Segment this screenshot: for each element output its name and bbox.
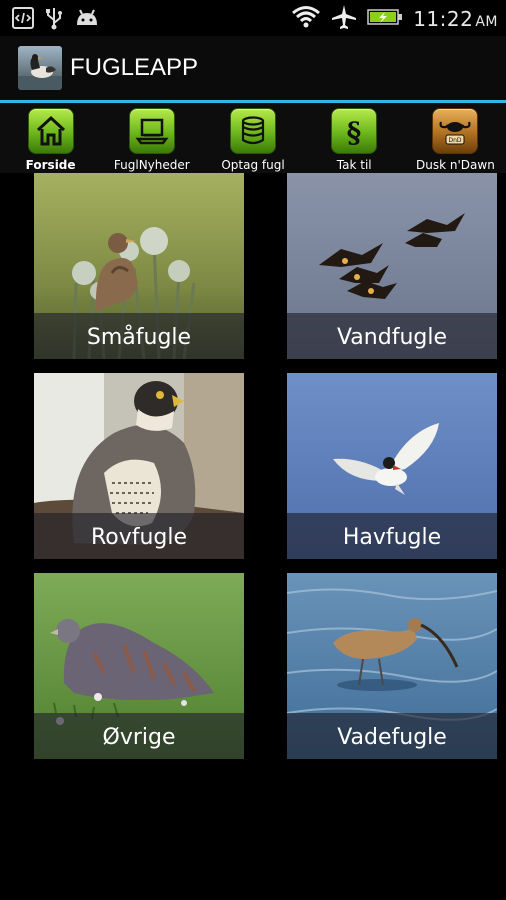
tab-label: Tak til [336,158,372,172]
laptop-icon [128,108,175,154]
tab-tak-til[interactable]: § Tak til [304,103,405,173]
paragraph-icon: § [331,108,378,154]
tab-label: Forside [25,158,76,172]
tab-optag-fugl[interactable]: Optag fugl [202,103,303,173]
svg-text:DnD: DnD [449,137,462,144]
category-tile-smaafugle[interactable]: Småfugle [34,173,244,359]
clock: 11:22 AM [413,7,498,31]
usb-icon [44,6,64,34]
category-label: Småfugle [86,325,192,350]
category-tile-oevrige[interactable]: Øvrige [34,573,244,759]
tab-forside[interactable]: Forside [0,103,101,173]
clock-ampm: AM [475,14,498,30]
status-left-icons [12,6,100,34]
clock-time: 11:22 [413,7,474,31]
svg-text:§: § [347,116,362,148]
category-label: Vandfugle [336,325,448,350]
airplane-icon [331,4,357,34]
category-tile-vandfugle[interactable]: Vandfugle [287,173,497,359]
tab-label: Dusk n'Dawn [416,158,495,172]
action-bar: FUGLEAPP [0,36,506,100]
category-label: Vadefugle [337,725,447,750]
category-label: Havfugle [342,525,442,550]
database-icon [230,108,276,154]
android-icon [74,7,100,33]
category-label: Øvrige [102,725,176,750]
buffalo-icon: DnD [432,108,479,154]
category-label: Rovfugle [90,525,188,550]
tab-fuglnyheder[interactable]: FuglNyheder [101,103,202,173]
app-logo-icon[interactable] [18,46,62,90]
battery-charging-icon [367,7,403,31]
status-bar: 11:22 AM [0,0,506,36]
status-right-icons: 11:22 AM [291,4,498,34]
app-title: FUGLEAPP [70,54,199,81]
category-tile-vadefugle[interactable]: Vadefugle [287,573,497,759]
category-tile-rovfugle[interactable]: Rovfugle [34,373,244,559]
home-icon [27,108,74,154]
code-icon [12,7,34,33]
category-tile-havfugle[interactable]: Havfugle [287,373,497,559]
tab-dusk-n-dawn[interactable]: DnD Dusk n'Dawn [405,103,506,173]
tab-label: Optag fugl [221,158,285,172]
wifi-icon [291,5,321,33]
tab-bar: Forside FuglNyheder Optag fugl § Tak til… [0,103,506,173]
tab-label: FuglNyheder [113,158,190,172]
